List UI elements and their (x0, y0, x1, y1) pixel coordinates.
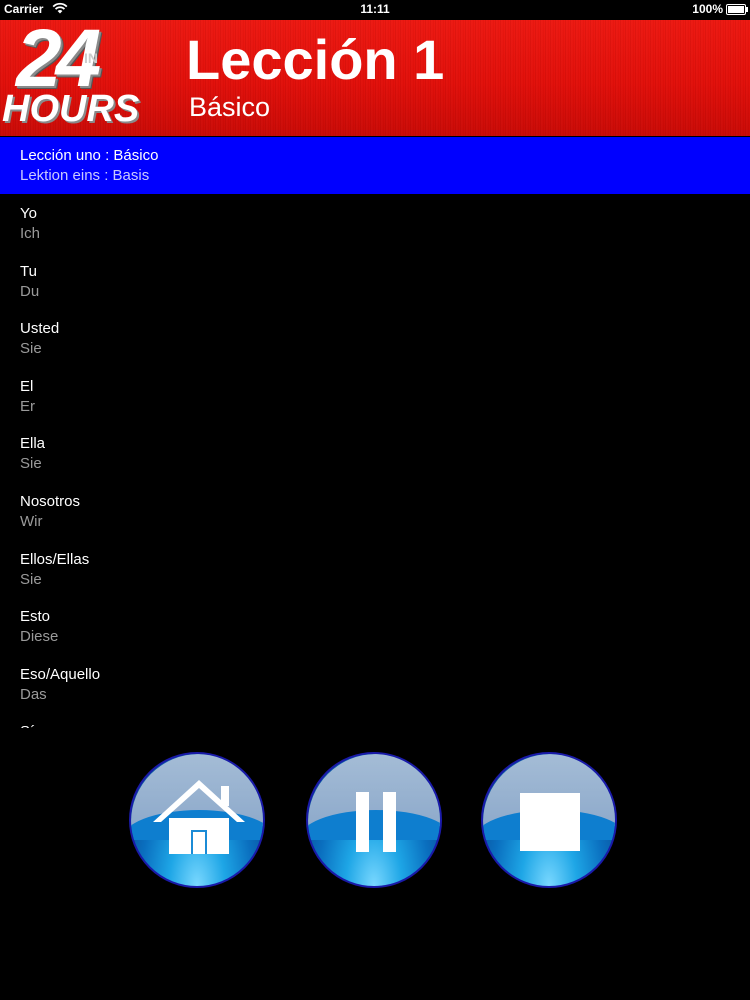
list-item-spanish: Ella (20, 435, 46, 453)
stop-icon (520, 793, 580, 851)
logo-in: IN (84, 50, 98, 66)
list-item[interactable]: Usted Sie (0, 309, 750, 367)
list-item-german: Diese (20, 628, 59, 646)
app-logo: 24 IN HOURS (2, 18, 172, 132)
list-item-german: Ich (20, 225, 41, 242)
list-item-spanish: Nosotros (20, 492, 81, 510)
home-button[interactable] (129, 752, 265, 888)
logo-word: HOURS (2, 88, 140, 130)
list-item-german: Sie (20, 570, 42, 588)
list-item-spanish: Tu (20, 262, 37, 280)
list-item-german: Du (20, 282, 40, 300)
playback-controls (0, 752, 750, 892)
phrase-list[interactable]: Yo Ich Tu Du Usted Sie El Er Ella Sie No… (0, 194, 750, 728)
stop-button[interactable] (481, 752, 617, 888)
list-item[interactable]: Tu Du (0, 252, 750, 310)
list-item[interactable]: Sí (0, 712, 750, 728)
list-item-selected[interactable]: Lección uno : Básico Lektion eins : Basi… (0, 137, 750, 194)
list-item-german: Wir (20, 512, 43, 530)
selected-item-primary: Lección uno : Básico (20, 147, 159, 164)
page-title: Lección 1 (186, 28, 445, 91)
selected-item-secondary: Lektion eins : Basis (20, 167, 150, 184)
list-item-spanish: Yo (20, 205, 37, 222)
home-icon (153, 780, 245, 854)
list-item[interactable]: Ellos/Ellas Sie (0, 540, 750, 598)
list-item-spanish: Eso/Aquello (20, 665, 101, 683)
list-item-spanish: Sí (20, 723, 34, 728)
lesson-header: 24 IN HOURS Lección 1 Básico (0, 18, 750, 136)
page-subtitle: Básico (189, 92, 271, 122)
list-item[interactable]: Nosotros Wir (0, 482, 750, 540)
list-item-spanish: Ellos/Ellas (20, 550, 90, 568)
list-item-spanish: Usted (20, 320, 60, 338)
list-item[interactable]: Yo Ich (0, 194, 750, 252)
list-item-german: Sie (20, 340, 42, 358)
list-item-spanish: El (20, 377, 34, 395)
list-item-spanish: Esto (20, 608, 51, 626)
list-item-german: Sie (20, 455, 42, 473)
status-bar: Carrier 11:11 100% (0, 0, 750, 19)
list-item-german: Er (20, 397, 35, 415)
list-item[interactable]: El Er (0, 367, 750, 425)
pause-button[interactable] (306, 752, 442, 888)
list-item[interactable]: Ella Sie (0, 424, 750, 482)
battery-percentage: 100% (692, 2, 723, 16)
status-time: 11:11 (360, 2, 390, 16)
list-item[interactable]: Eso/Aquello Das (0, 655, 750, 713)
battery-icon (726, 4, 748, 15)
list-item[interactable]: Esto Diese (0, 597, 750, 655)
pause-icon (356, 792, 396, 852)
list-item-german: Das (20, 685, 47, 703)
